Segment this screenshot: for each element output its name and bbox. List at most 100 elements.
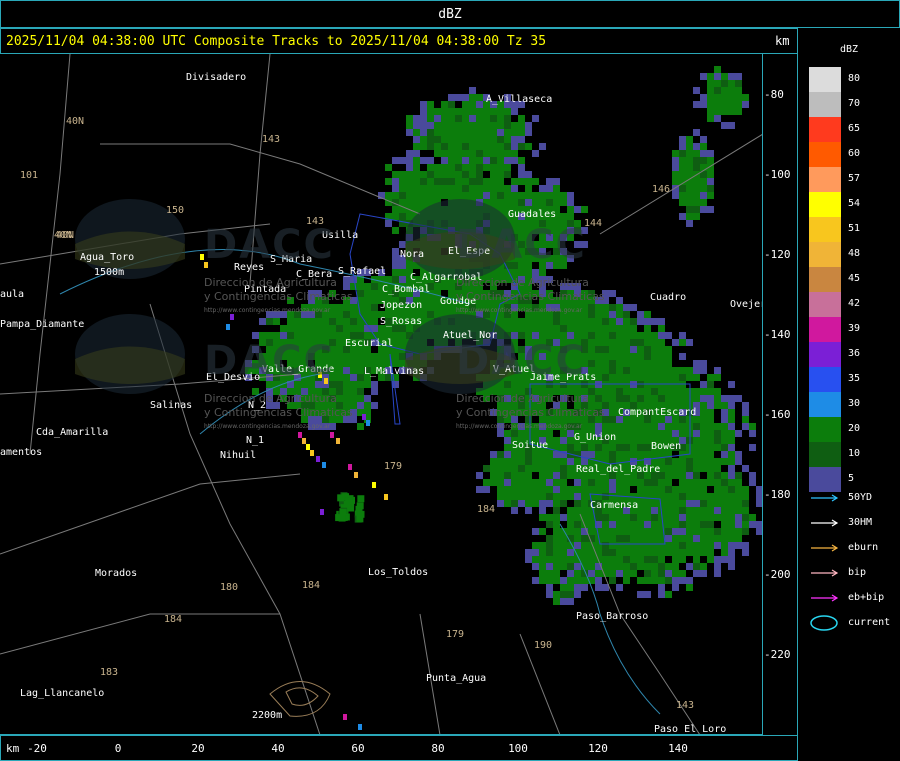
echo-cell [595,353,602,360]
echo-cell [462,150,469,157]
title-bar: dBZ [0,0,900,28]
echo-cell [539,542,546,549]
echo-cell [735,472,742,479]
echo-cell [560,325,567,332]
echo-cell [602,318,609,325]
echo-cell [357,360,364,367]
echo-cell [448,101,455,108]
echo-cell [427,311,434,318]
echo-cell [686,339,693,346]
echo-cell [644,395,651,402]
echo-cell [686,563,693,570]
echo-cell [756,521,762,528]
echo-cell [567,514,574,521]
echo-cell [532,178,539,185]
echo-cell [665,535,672,542]
radar-map-panel[interactable]: Divisadero A_Villaseca Guadales Agua_Toro au… [0,54,763,735]
echo-cell [525,192,532,199]
echo-cell [616,304,623,311]
echo-cell [693,556,700,563]
echo-cell [511,479,518,486]
echo-cell [406,164,413,171]
echo-cell [406,171,413,178]
echo-cell [357,374,364,381]
echo-cell [399,178,406,185]
echo-cell [693,437,700,444]
place-label: Paso_Barroso [576,611,649,622]
route-label: 180 [220,582,239,593]
echo-cell [595,346,602,353]
echo-cell [539,143,546,150]
echo-cell [490,108,497,115]
echo-cell [637,339,644,346]
echo-cell [525,556,532,563]
echo-cell [707,192,714,199]
echo-cell [539,199,546,206]
echo-cell [644,318,651,325]
echo-cell [609,444,616,451]
echo-cell [427,192,434,199]
colorbar-swatch [809,242,841,267]
radar-map[interactable] [0,54,763,735]
echo-cell [616,584,623,591]
echo-cell [392,171,399,178]
echo-cell [532,493,539,500]
echo-cell [602,479,609,486]
echo-cell [504,472,511,479]
echo-cell [350,374,357,381]
echo-cell [455,115,462,122]
echo-cell [567,318,574,325]
echo-cell [602,360,609,367]
echo-cell [742,542,749,549]
echo-cell [504,143,511,150]
echo-cell [637,521,644,528]
echo-cell [574,535,581,542]
echo-cell [714,563,721,570]
echo-cell [413,185,420,192]
echo-cell [574,479,581,486]
echo-cell [679,514,686,521]
echo-cell [721,87,728,94]
echo-cell [511,269,518,276]
echo-cell [644,549,651,556]
colorbar-swatch [809,192,841,217]
echo-cell [546,591,553,598]
echo-cell [686,465,693,472]
echo-cell [392,248,399,255]
echo-cell [728,416,735,423]
echo-cell [511,178,518,185]
echo-cell [518,500,525,507]
echo-cell [609,402,616,409]
echo-cell [714,115,721,122]
echo-cell [504,465,511,472]
echo-cell [581,556,588,563]
echo-cell [532,115,539,122]
echo-cell [742,402,749,409]
echo-cell [707,206,714,213]
echo-cell [672,500,679,507]
echo-cell [399,213,406,220]
echo-cell [721,514,728,521]
echo-cell [595,325,602,332]
echo-cell [672,395,679,402]
echo-cell [560,479,567,486]
echo-cell [553,500,560,507]
route-label: 40N [56,230,75,241]
echo-cell [609,325,616,332]
echo-cell [700,360,707,367]
echo-cell [728,507,735,514]
echo-cell [700,437,707,444]
echo-cell [672,192,679,199]
echo-cell [476,185,483,192]
echo-cell [357,388,364,395]
echo-cell [553,521,560,528]
echo-cell [630,339,637,346]
echo-cell [686,199,693,206]
echo-cell [693,514,700,521]
echo-cell [707,80,714,87]
echo-cell [553,451,560,458]
echo-cell [609,374,616,381]
route-label: 179 [446,629,465,640]
echo-cell [588,451,595,458]
echo-cell [546,192,553,199]
